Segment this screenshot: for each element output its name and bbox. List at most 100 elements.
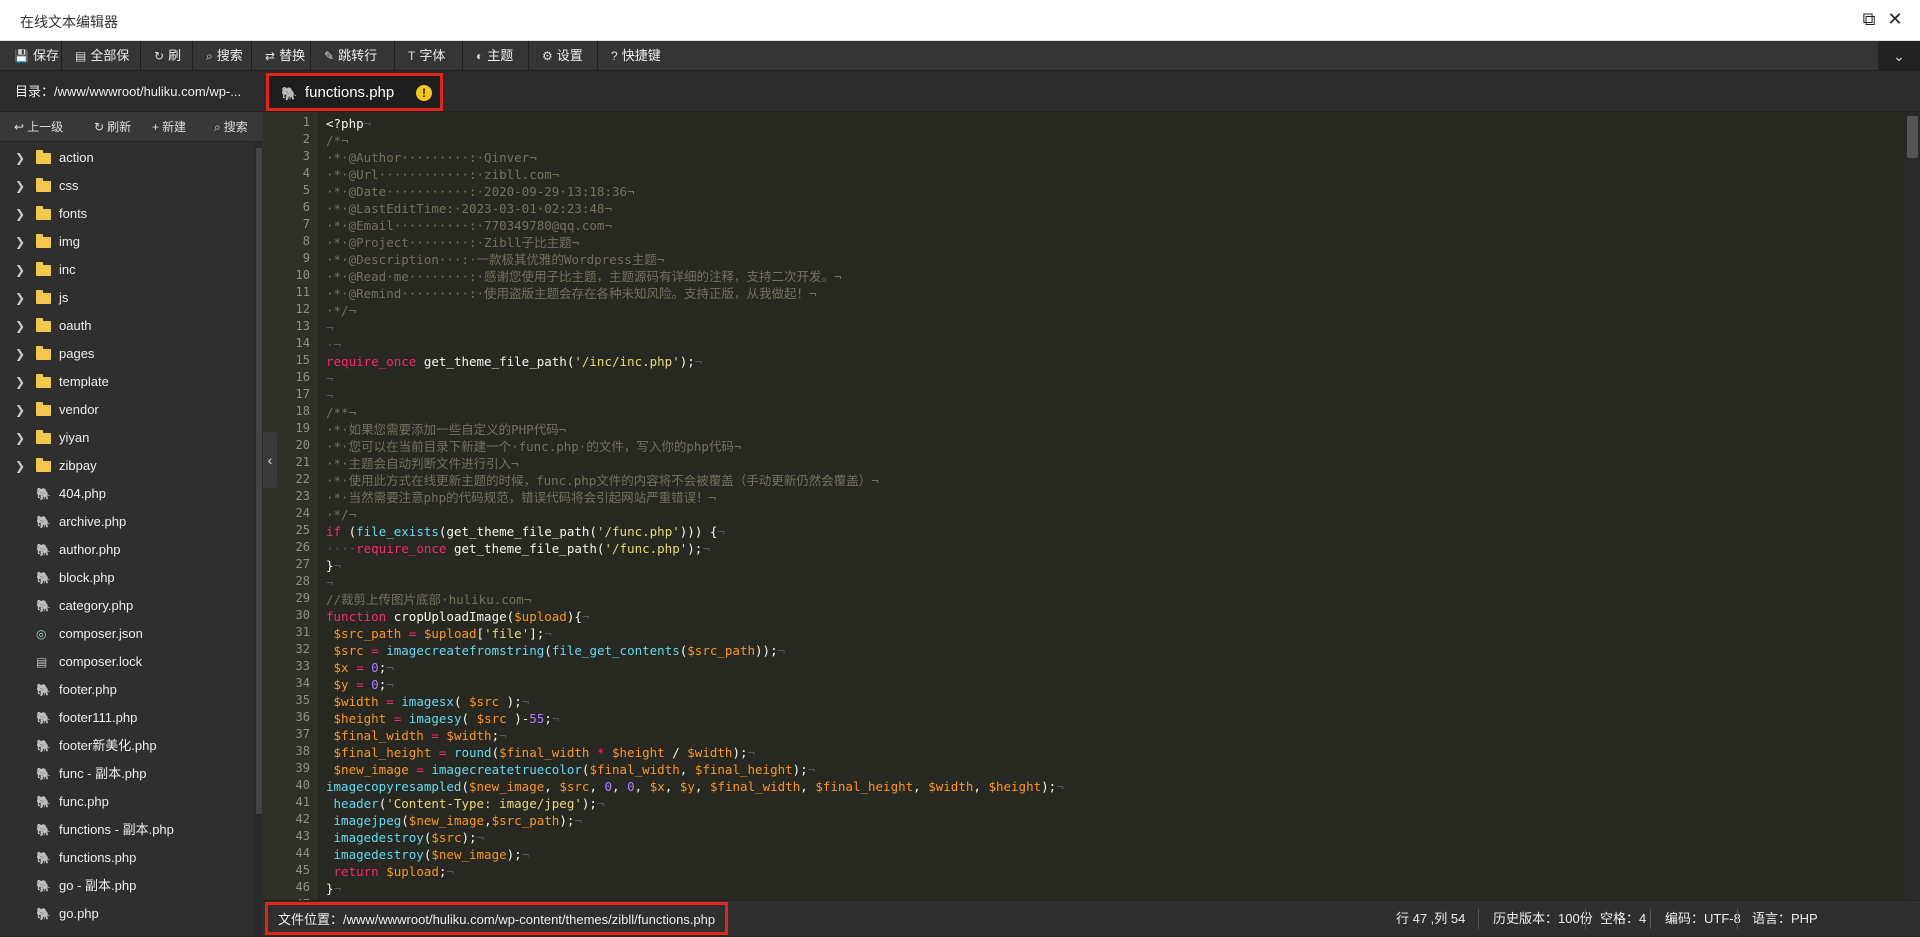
code-line: ·*·@Description···:·一款极其优雅的Wordpress主题¬ [326, 252, 665, 267]
folder-inc[interactable]: ❯ inc [0, 256, 255, 284]
collapse-toolbar-icon[interactable]: ⌄ [1878, 41, 1920, 71]
php-file-icon: 🐘 [36, 879, 51, 893]
toolbar-font-button[interactable]: T 字体 [394, 41, 462, 71]
line-number: 11 [295, 285, 310, 299]
folder-css[interactable]: ❯ css [0, 172, 255, 200]
code-line: ·*·@Remind·········:·使用盗版主题会存在各种未知风险。支持正… [326, 286, 817, 301]
tab-functions-php[interactable]: 🐘 functions.php ! [266, 73, 443, 111]
code-line: /**¬ [326, 405, 357, 420]
line-number: 10 [295, 268, 310, 282]
file-item[interactable]: 🐘 footer111.php [0, 704, 255, 732]
close-icon[interactable]: ✕ [1884, 8, 1906, 30]
code-line: ·*/¬ [326, 507, 357, 522]
sidebar-refresh-button[interactable]: ↻ 刷新 [94, 112, 131, 142]
toolbar-shortcut-button[interactable]: ? 快捷键 [597, 41, 670, 71]
chevron-right-icon: ❯ [15, 375, 26, 389]
sidebar-search-button[interactable]: ⌕ 搜索 [214, 112, 248, 142]
editor-scrollbar[interactable] [1905, 112, 1920, 900]
code-line: ·*·@Read·me········:·感谢您使用子比主题，主题源码有详细的注… [326, 269, 842, 284]
folder-pages[interactable]: ❯ pages [0, 340, 255, 368]
folder-img[interactable]: ❯ img [0, 228, 255, 256]
code-line: /*¬ [326, 133, 349, 148]
file-item[interactable]: 🐘 block.php [0, 564, 255, 592]
file-item[interactable]: 🐘 functions - 副本.php [0, 816, 255, 844]
code-line: $width = imagesx( $src );¬ [326, 694, 530, 709]
tab-bar: 🐘 functions.php ! [263, 71, 1920, 112]
folder-label: css [59, 178, 79, 193]
history-versions[interactable]: 历史版本：100份 [1493, 901, 1593, 937]
file-item[interactable]: 🐘 footer新美化.php [0, 732, 255, 760]
toolbar-label: 保存 [32, 48, 59, 63]
code-line: header('Content-Type: image/jpeg');¬ [326, 796, 605, 811]
code-line: $final_height = round($final_width * $he… [326, 745, 756, 760]
save-all-icon: ▤ [75, 49, 87, 63]
up-level-icon: ↩ [14, 120, 25, 134]
folder-zibpay[interactable]: ❯ zibpay [0, 452, 255, 480]
file-item[interactable]: 🐘 category.php [0, 592, 255, 620]
folder-icon [36, 178, 51, 192]
language-setting[interactable]: 语言：PHP [1752, 901, 1818, 937]
status-bar: 文件位置：/www/wwwroot/huliku.com/wp-content/… [263, 900, 1920, 936]
folder-js[interactable]: ❯ js [0, 284, 255, 312]
file-item[interactable]: 🐘 404.php [0, 480, 255, 508]
code-editor[interactable]: 1 2 3 4 5 6 7 8 9 10 11 12 13 14 15 16 17 18 19 20 21 22 23 24 2… [263, 112, 1905, 900]
restore-icon[interactable]: ⧉ [1858, 8, 1880, 30]
code-line: ¬ [326, 388, 334, 403]
file-item[interactable]: 🐘 footer.php [0, 676, 255, 704]
toolbar-refresh-button[interactable]: ↻刷新 [140, 41, 192, 93]
file-item[interactable]: 🐘 archive.php [0, 508, 255, 536]
toolbar-save-all-button[interactable]: ▤全部保存 [61, 41, 140, 93]
file-item[interactable]: 🐘 go.php [0, 900, 255, 928]
encoding-setting[interactable]: 编码：UTF-8 [1665, 901, 1741, 937]
chevron-right-icon: ❯ [15, 319, 26, 333]
code-area[interactable]: <?php¬ /*¬ ·*·@Author·········:·Qinver¬ ·*·… [326, 112, 1896, 900]
code-line: return $upload;¬ [326, 864, 454, 879]
folder-vendor[interactable]: ❯ vendor [0, 396, 255, 424]
file-item[interactable]: ◎ composer.json [0, 620, 255, 648]
file-item[interactable]: 🐘 go - 副本.php [0, 872, 255, 900]
folder-icon [36, 150, 51, 164]
file-item[interactable]: 🐘 func - 副本.php [0, 760, 255, 788]
code-line: ¬ [326, 320, 334, 335]
folder-label: js [59, 290, 69, 305]
toolbar-goto-line-button[interactable]: ✎ 跳转行 [310, 41, 394, 71]
line-number: 28 [295, 574, 310, 588]
file-label: func - 副本.php [59, 766, 147, 781]
collapse-sidebar-icon[interactable]: ‹ [263, 432, 277, 488]
folder-icon [36, 374, 51, 388]
folder-action[interactable]: ❯ action [0, 144, 255, 172]
toolbar: 💾保存▤全部保存↻刷新⌕搜索⇄替换✎跳转行T字体◐主题⚙设置?快捷键 ⌄ [0, 41, 1920, 93]
line-number: 26 [295, 540, 310, 554]
folder-label: oauth [59, 318, 92, 333]
toolbar-save-button[interactable]: 💾 保存 [0, 41, 61, 71]
folder-label: img [59, 234, 80, 249]
file-item[interactable]: 🐘 func.php [0, 788, 255, 816]
folder-icon [36, 430, 51, 444]
scrollbar-thumb[interactable] [256, 148, 262, 814]
toolbar-settings-button[interactable]: ⚙ 设置 [528, 41, 597, 71]
chevron-right-icon: ❯ [15, 235, 26, 249]
indent-setting[interactable]: 空格：4 [1600, 901, 1646, 937]
file-item[interactable]: 🐘 functions.php [0, 844, 255, 872]
file-item[interactable]: ▤ composer.lock [0, 648, 255, 676]
toolbar-replace-button[interactable]: ⇄ 替换 [251, 41, 310, 71]
sidebar-up-level-button[interactable]: ↩ 上一级 [14, 112, 63, 142]
code-line: require_once get_theme_file_path('/inc/i… [326, 354, 703, 369]
sidebar-scrollbar[interactable] [255, 142, 263, 936]
toolbar-search-button[interactable]: ⌕ 搜索 [192, 41, 251, 71]
code-line: $final_width = $width;¬ [326, 728, 507, 743]
file-item[interactable]: 🐘 author.php [0, 536, 255, 564]
toolbar-theme-button[interactable]: ◐ 主题 [462, 41, 528, 71]
code-line: ·*·@Email··········:·770349780@qq.com¬ [326, 218, 612, 233]
scrollbar-thumb[interactable] [1907, 116, 1918, 158]
folder-template[interactable]: ❯ template [0, 368, 255, 396]
php-file-icon: 🐘 [36, 515, 51, 529]
folder-oauth[interactable]: ❯ oauth [0, 312, 255, 340]
line-number: 7 [302, 217, 310, 231]
folder-fonts[interactable]: ❯ fonts [0, 200, 255, 228]
sidebar-new-button[interactable]: + 新建 [152, 112, 186, 142]
php-file-icon: 🐘 [36, 711, 51, 725]
chevron-right-icon: ❯ [15, 179, 26, 193]
folder-yiyan[interactable]: ❯ yiyan [0, 424, 255, 452]
sidebar-action-label: 搜索 [223, 120, 248, 134]
